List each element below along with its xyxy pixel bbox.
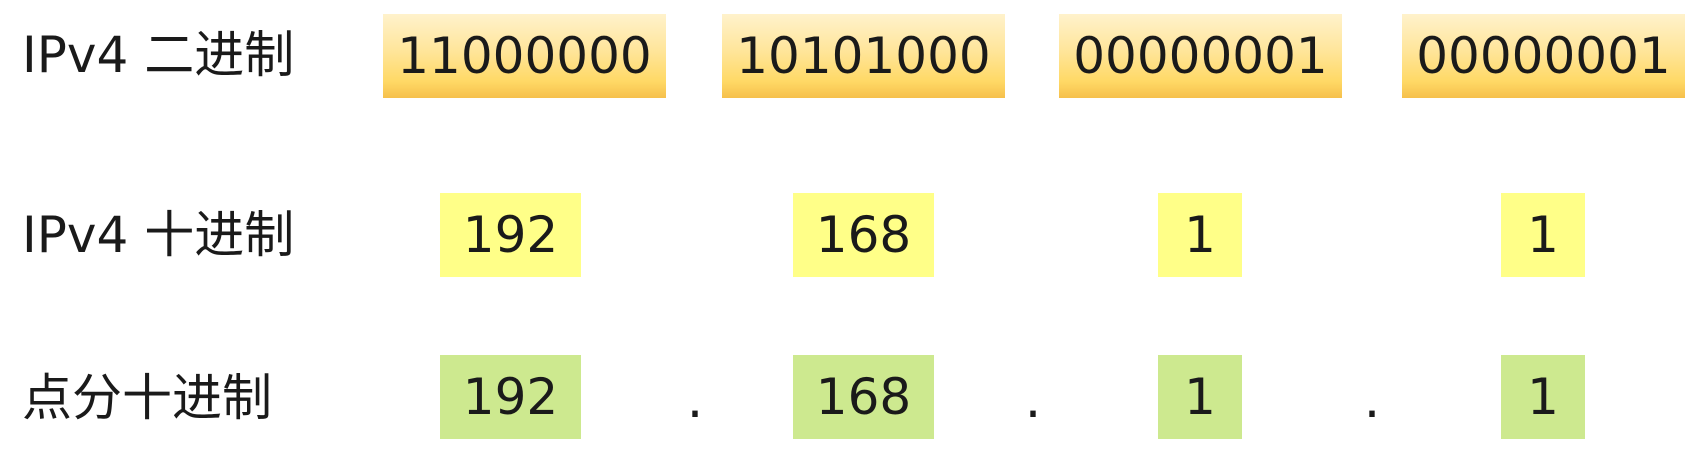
- dotted-row-label: 点分十进制: [22, 369, 272, 427]
- decimal-octet-2: 168: [793, 193, 934, 277]
- binary-octet-4: 00000001: [1402, 14, 1685, 98]
- binary-octet-2: 10101000: [722, 14, 1005, 98]
- binary-row-label: IPv4 二进制: [22, 26, 295, 84]
- binary-octet-3: 00000001: [1059, 14, 1342, 98]
- dot-separator-2: .: [1024, 370, 1042, 430]
- decimal-octet-3: 1: [1158, 193, 1242, 277]
- binary-octet-1: 11000000: [383, 14, 666, 98]
- decimal-row-label: IPv4 十进制: [22, 206, 295, 264]
- dotted-octet-3: 1: [1158, 355, 1242, 439]
- dot-separator-3: .: [1363, 370, 1381, 430]
- decimal-octet-1: 192: [440, 193, 581, 277]
- decimal-octet-4: 1: [1501, 193, 1585, 277]
- dotted-octet-4: 1: [1501, 355, 1585, 439]
- dotted-octet-2: 168: [793, 355, 934, 439]
- dot-separator-1: .: [686, 370, 704, 430]
- dotted-octet-1: 192: [440, 355, 581, 439]
